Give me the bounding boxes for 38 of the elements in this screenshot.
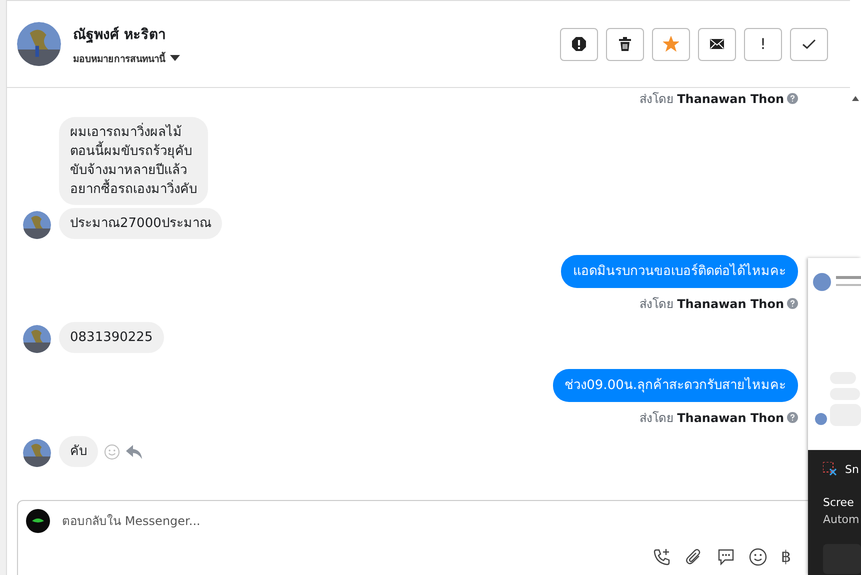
emoji-icon[interactable] xyxy=(748,548,767,566)
done-button[interactable] xyxy=(790,28,828,60)
chat-icon[interactable] xyxy=(716,548,735,566)
notification-body: Autom xyxy=(823,512,860,528)
trash-icon xyxy=(617,36,633,52)
notification-title: Scree xyxy=(823,495,855,511)
help-icon xyxy=(787,92,798,104)
message-bubble: แอดมินรบกวนขอเบอร์ติดต่อได้ไหมคะ xyxy=(561,255,798,288)
snip-icon xyxy=(823,462,837,476)
sender-note: ส่งโดย Thanawan Thon xyxy=(639,296,784,313)
sender-note: ส่งโดย Thanawan Thon xyxy=(639,91,784,108)
page-logo-icon xyxy=(26,509,50,533)
delete-button[interactable] xyxy=(606,28,644,60)
mark-unread-button[interactable]: ! xyxy=(744,28,782,60)
message-bubble: ประมาณ27000ประมาณ xyxy=(59,208,222,239)
paperclip-icon[interactable] xyxy=(684,548,703,566)
sender-note: ส่งโดย Thanawan Thon xyxy=(639,410,784,427)
caret-icon xyxy=(170,55,180,61)
message-bubble: คับ xyxy=(59,436,98,467)
scroll-up-icon[interactable] xyxy=(852,96,859,101)
alert-button[interactable] xyxy=(560,28,598,60)
message-bubble: ช่วง09.00น.ลุกค้าสะดวกรับสายไหมคะ xyxy=(552,369,798,402)
help-icon xyxy=(787,298,798,308)
star-icon xyxy=(663,36,679,52)
message-bubble: 0831390225 xyxy=(59,322,164,353)
envelope-icon xyxy=(709,36,725,52)
payment-button[interactable]: ฿ xyxy=(780,547,791,566)
contact-name: ณัฐพงศ์ หะริตา xyxy=(73,26,167,44)
call-add-icon[interactable] xyxy=(652,548,671,566)
mail-button[interactable] xyxy=(698,28,736,60)
scrollbar[interactable] xyxy=(0,0,7,575)
star-button[interactable] xyxy=(652,28,690,60)
alert-icon xyxy=(571,36,587,52)
app-name: Sn xyxy=(845,462,859,476)
reply-icon[interactable] xyxy=(126,444,142,458)
assign-dropdown[interactable]: มอบหมายการสนทนานี้ xyxy=(73,50,548,66)
message-bubble: ผมเอารถมาวิ่งผลไม้ ตอนนี้ผมขับรถร้วยุคับ ขับจ้างมาหลายปีแล้ว อยากซื้อรถเองมาวิ่งคับ xyxy=(59,117,208,205)
help-icon xyxy=(787,412,798,422)
